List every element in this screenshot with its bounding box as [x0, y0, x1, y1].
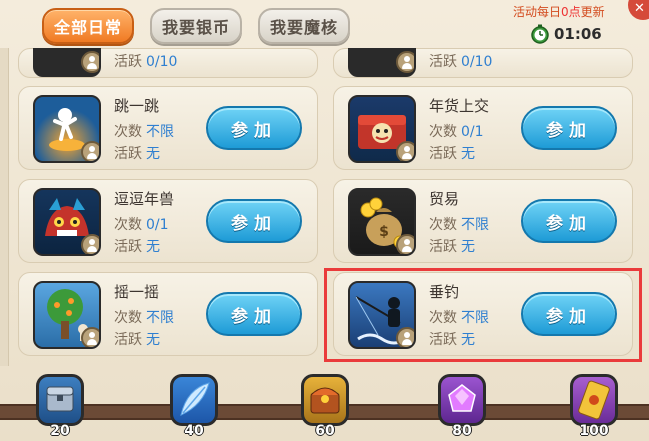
count-value: 不限	[461, 217, 489, 233]
count-label: 次数	[429, 217, 457, 233]
count-value: 0/1	[461, 124, 484, 140]
timer-value: 01:06	[554, 25, 602, 43]
person-badge-icon	[81, 234, 99, 254]
activity-icon	[348, 48, 416, 77]
activity-card-shake: 摇一摇 次数 不限 活跃无 参加	[18, 272, 318, 356]
join-button[interactable]: 参加	[521, 199, 617, 243]
reward-value: 20	[50, 423, 70, 439]
new-year-goods-icon	[348, 95, 416, 163]
person-badge-icon	[396, 234, 414, 254]
activity-label: 活跃	[429, 54, 457, 70]
activity-card-new-year-goods: 年货上交 次数 0/1 活跃无 参加	[333, 86, 633, 170]
tab-magic-core[interactable]: 我要魔核	[258, 8, 350, 44]
purple-gem-icon[interactable]	[438, 374, 486, 426]
count-value: 不限	[146, 124, 174, 140]
activity-value: 无	[146, 239, 160, 255]
countdown-timer: 01:06	[530, 24, 602, 44]
count-row: 次数 不限	[114, 307, 174, 327]
activity-row: 活跃 0/10	[429, 51, 492, 71]
shake-tree-icon	[33, 281, 101, 349]
activity-card-nian-beast: 逗逗年兽 次数 0/1 活跃无 参加	[18, 179, 318, 263]
reward-progress: 20 40 60 80 100	[0, 366, 649, 441]
activity-row: 活跃无	[429, 236, 475, 256]
person-badge-icon	[81, 141, 99, 161]
activity-label: 活跃	[114, 146, 142, 162]
gold-chest-icon[interactable]	[301, 374, 349, 426]
activity-value: 0/10	[461, 54, 493, 70]
nian-beast-icon	[33, 188, 101, 256]
count-row: 次数 0/1	[114, 214, 169, 234]
activity-name: 年货上交	[429, 97, 490, 115]
count-label: 次数	[114, 217, 142, 233]
reward-value: 40	[184, 423, 204, 439]
highlight-box	[324, 268, 642, 362]
reward-value: 80	[452, 423, 472, 439]
person-badge-icon	[396, 51, 414, 73]
activity-row: 活跃无	[114, 329, 160, 349]
person-badge-icon	[396, 141, 414, 161]
count-value: 0/1	[146, 217, 169, 233]
refresh-suffix: 更新	[580, 5, 605, 19]
activity-row: 活跃无	[114, 143, 160, 163]
activity-row: 活跃无	[429, 143, 475, 163]
count-row: 次数 不限	[429, 214, 489, 234]
activity-name: 逗逗年兽	[114, 190, 175, 208]
close-icon[interactable]: ✕	[628, 0, 649, 20]
reward-value: 100	[579, 423, 609, 439]
activity-name: 摇一摇	[114, 283, 160, 301]
feather-icon[interactable]	[170, 374, 218, 426]
activity-value: 无	[146, 332, 160, 348]
activity-value: 无	[146, 146, 160, 162]
join-button[interactable]: 参加	[206, 106, 302, 150]
count-label: 次数	[429, 124, 457, 140]
person-badge-icon	[81, 51, 99, 73]
stopwatch-icon	[531, 24, 549, 44]
trade-coins-icon: $	[348, 188, 416, 256]
jump-icon	[33, 95, 101, 163]
activity-value: 无	[461, 239, 475, 255]
activity-card-partial: 活跃 0/10	[18, 48, 318, 78]
refresh-time: 0点	[561, 5, 581, 19]
activity-card-trade: $ 贸易 次数 不限 活跃无 参加	[333, 179, 633, 263]
golden-ticket-icon[interactable]	[570, 374, 618, 426]
activity-card-partial: 活跃 0/10	[333, 48, 633, 78]
count-row: 次数 0/1	[429, 121, 484, 141]
activity-label: 活跃	[429, 239, 457, 255]
count-value: 不限	[146, 310, 174, 326]
activity-label: 活跃	[114, 54, 142, 70]
reward-value: 60	[315, 423, 335, 439]
tab-all-daily[interactable]: 全部日常	[42, 8, 134, 44]
activity-icon	[33, 48, 101, 77]
activity-label: 活跃	[114, 332, 142, 348]
refresh-notice: 活动每日0点更新	[513, 3, 605, 20]
refresh-prefix: 活动每日	[513, 5, 562, 19]
join-button[interactable]: 参加	[206, 292, 302, 336]
activity-card-jump: 跳一跳 次数 不限 活跃无 参加	[18, 86, 318, 170]
join-button[interactable]: 参加	[521, 106, 617, 150]
activity-row: 活跃无	[114, 236, 160, 256]
count-label: 次数	[114, 124, 142, 140]
scroll-rail	[0, 48, 9, 366]
activity-value: 无	[461, 146, 475, 162]
activity-row: 活跃 0/10	[114, 51, 177, 71]
activity-name: 贸易	[429, 190, 460, 208]
tab-silver-coins[interactable]: 我要银币	[150, 8, 242, 44]
activity-name: 跳一跳	[114, 97, 160, 115]
count-row: 次数 不限	[114, 121, 174, 141]
activity-label: 活跃	[114, 239, 142, 255]
count-label: 次数	[114, 310, 142, 326]
silver-chest-icon[interactable]	[36, 374, 84, 426]
svg-text:$: $	[379, 224, 389, 240]
daily-activity-panel: 全部日常 我要银币 我要魔核 活动每日0点更新 01:06 ✕ 活跃 0/10 活…	[0, 0, 649, 441]
person-badge-icon	[81, 327, 99, 347]
activity-value: 0/10	[146, 54, 178, 70]
join-button[interactable]: 参加	[206, 199, 302, 243]
activity-label: 活跃	[429, 146, 457, 162]
